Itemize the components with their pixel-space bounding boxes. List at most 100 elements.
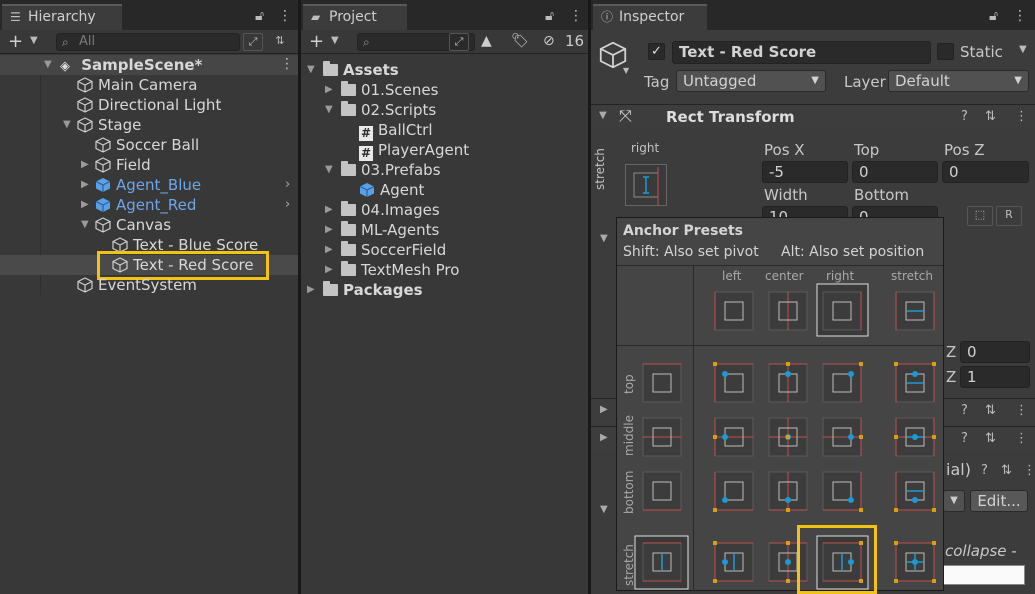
folder-item[interactable]: ML-Agents [341,220,439,240]
list-item[interactable]: Stage [77,115,141,135]
static-checkbox[interactable] [937,43,954,60]
rect-transform-header[interactable]: ▼ ⤧ Rect Transform ? ⇅ ⋮ [591,104,1035,130]
expand-arrow-icon[interactable]: ▶ [307,280,315,300]
expand-arrow-icon[interactable]: ▶ [81,155,89,175]
script-item[interactable]: # PlayerAgent [359,140,469,161]
preset-stretch-stretch[interactable] [894,541,936,583]
expand-arrow-icon[interactable]: ▼ [63,115,71,135]
static-dropdown-icon[interactable]: ▼ [1019,44,1027,55]
folder-item[interactable]: 03.Prefabs [341,160,441,180]
preset-top-left[interactable] [713,362,754,403]
preset-v-bottom[interactable] [642,471,682,511]
preset-icon[interactable]: ⇅ [985,109,996,124]
preset-middle-left[interactable] [713,417,754,457]
search-input[interactable]: ⌕ All [56,33,240,51]
expand-arrow-icon[interactable]: ▼ [44,55,52,75]
preset-icon[interactable]: ⇅ [985,403,996,418]
preset-v-top[interactable] [642,363,682,403]
component-menu-icon[interactable]: ⋮ [1015,109,1028,124]
list-item[interactable]: Canvas [95,215,171,235]
layer-dropdown[interactable]: Default ▼ [888,70,1029,92]
list-item[interactable]: Field [95,155,151,175]
type-filter-icon[interactable]: ▲ [481,33,492,49]
preset-top-right[interactable] [822,362,863,403]
preset-bottom-right[interactable] [822,471,863,512]
prefab-item[interactable]: Agent [359,180,424,200]
expand-arrow-icon[interactable]: ▼ [307,60,315,80]
lock-icon[interactable]: 🔓︎ [545,8,554,24]
folder-item[interactable]: 04.Images [341,200,440,220]
preset-h-left[interactable] [714,291,754,331]
label-filter-icon[interactable]: 🏷︎ [511,33,529,49]
scene-more-icon[interactable]: ⋮ [280,56,294,72]
collapse-arrow-icon[interactable]: ▼ [600,233,608,244]
tab-inspector[interactable]: ⓘ Inspector [593,4,707,30]
chevron-right-icon[interactable]: › [285,197,290,212]
preset-bottom-stretch[interactable] [894,471,936,512]
material-dropdown[interactable]: ▼ [943,490,965,512]
expand-arrow-icon[interactable]: ▶ [325,80,333,100]
list-item[interactable]: Directional Light [77,95,221,115]
preset-h-stretch[interactable] [895,291,935,331]
gameobject-large-icon[interactable] [599,41,627,69]
chevron-right-icon[interactable]: › [285,177,290,192]
expand-arrow-icon[interactable]: ▶ [325,200,333,220]
help-icon[interactable]: ? [961,431,968,446]
list-item[interactable]: Soccer Ball [95,135,199,155]
script-item[interactable]: # BallCtrl [359,120,433,141]
edit-button[interactable]: Edit... [970,490,1028,512]
collapse-arrow-icon[interactable]: ▶ [600,432,608,443]
component-menu-icon[interactable]: ⋮ [1015,403,1028,418]
chevron-down-icon[interactable]: ▼ [623,66,629,75]
folder-item[interactable]: 01.Scenes [341,80,438,100]
collapse-arrow-icon[interactable]: ▼ [599,110,607,121]
preset-v-middle[interactable] [642,417,682,457]
folder-item[interactable]: TextMesh Pro [341,260,459,280]
preset-stretch-left[interactable] [713,541,754,583]
preset-bottom-center[interactable] [768,471,808,512]
component-menu-icon[interactable]: ⋮ [1015,431,1028,446]
list-item[interactable]: Agent_Red [95,195,196,215]
more-menu-icon[interactable]: ⋮ [569,8,583,24]
list-item[interactable]: Main Camera [77,75,197,95]
more-menu-icon[interactable]: ⋮ [1013,8,1027,24]
object-name-field[interactable]: Text - Red Score [672,41,931,64]
help-icon[interactable]: ? [981,463,988,478]
active-checkbox[interactable]: ✓ [648,43,665,60]
pos-x-field[interactable]: -5 [762,161,848,183]
add-dropdown-button[interactable]: + [309,31,324,52]
expand-arrow-icon[interactable]: ▶ [81,195,89,215]
preset-bottom-left[interactable] [713,471,754,512]
preset-middle-right[interactable] [822,417,863,457]
anchor-preset-button[interactable] [625,164,667,206]
folder-item[interactable]: SoccerField [341,240,446,260]
scale-z-field-1[interactable]: 0 [960,341,1030,363]
expand-arrow-icon[interactable]: ▶ [81,175,89,195]
anchor-grid[interactable] [617,218,945,592]
text-input-area[interactable] [943,565,1025,585]
expand-arrow-icon[interactable]: ▼ [81,215,89,235]
tab-hierarchy[interactable]: ☰ Hierarchy [2,4,122,30]
preset-middle-center[interactable] [768,417,808,457]
list-item[interactable]: EventSystem [77,275,197,295]
blueprint-mode-button[interactable]: ⬚ [967,206,993,226]
preset-h-right[interactable] [816,283,869,337]
sort-icon[interactable]: ⇅ [270,33,290,51]
hidden-packages-icon[interactable]: ⊘ [543,33,555,49]
preset-top-center[interactable] [768,362,808,403]
expand-arrow-icon[interactable]: ▼ [325,100,333,120]
add-dropdown-button[interactable]: + [8,31,23,52]
preset-icon[interactable]: ⇅ [985,431,996,446]
preset-top-stretch[interactable] [894,362,936,403]
search-filter-button[interactable]: ⤢ [449,33,469,51]
more-menu-icon[interactable]: ⋮ [278,8,292,24]
list-item[interactable]: Agent_Blue [95,175,201,195]
help-icon[interactable]: ? [961,403,968,418]
collapse-arrow-icon[interactable]: ▼ [600,504,608,515]
component-menu-icon[interactable]: ⋮ [1023,463,1035,478]
raw-edit-button[interactable]: R [996,206,1022,226]
folder-item[interactable]: 02.Scripts [341,100,436,120]
preset-h-center[interactable] [768,291,808,331]
preset-v-stretch[interactable] [634,535,689,590]
expand-arrow-icon[interactable]: ▶ [325,220,333,240]
